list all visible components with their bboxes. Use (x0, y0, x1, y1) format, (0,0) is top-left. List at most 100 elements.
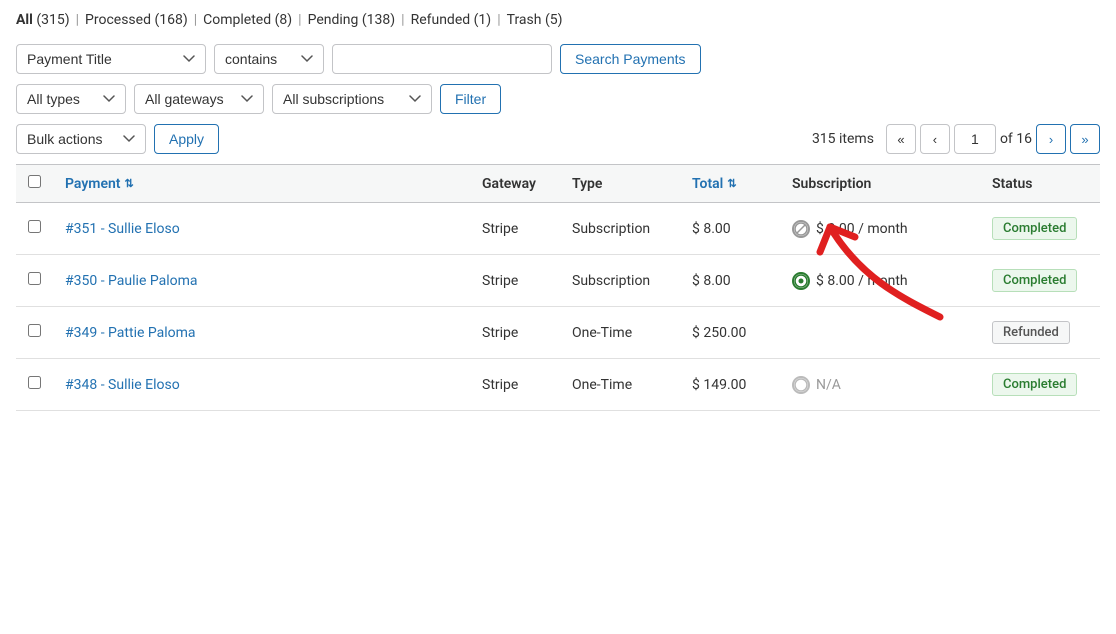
total-cell: $ 250.00 (680, 307, 780, 359)
row-checkbox-cell[interactable] (16, 359, 53, 411)
subscription-cell: N/A (780, 359, 980, 411)
type-cell: Subscription (560, 203, 680, 255)
subscription-column-header: Subscription (780, 165, 980, 203)
total-sort-link[interactable]: Total ⇅ (692, 176, 737, 192)
tab-processed[interactable]: Processed (168) (85, 12, 188, 28)
row-checkbox[interactable] (28, 376, 41, 389)
subscription-cell: $ 8.00 / month (780, 255, 980, 307)
payment-cell: #348 - Sullie Eloso (53, 359, 470, 411)
contains-select[interactable]: contains (214, 44, 324, 74)
payment-link[interactable]: #348 - Sullie Eloso (65, 377, 180, 393)
total-cell: $ 149.00 (680, 359, 780, 411)
row-checkbox-cell[interactable] (16, 255, 53, 307)
status-badge: Completed (992, 269, 1077, 292)
payment-sort-icon: ⇅ (125, 177, 134, 190)
tab-completed[interactable]: Completed (8) (203, 12, 292, 28)
gateway-cell: Stripe (470, 203, 560, 255)
status-cell: Completed (980, 255, 1100, 307)
page-number-input[interactable] (954, 124, 996, 154)
total-sort-icon: ⇅ (727, 177, 736, 190)
filter-button[interactable]: Filter (440, 84, 501, 114)
type-cell: Subscription (560, 255, 680, 307)
type-cell: One-Time (560, 307, 680, 359)
type-cell: One-Time (560, 359, 680, 411)
payment-title-select[interactable]: Payment Title (16, 44, 206, 74)
total-cell: $ 8.00 (680, 203, 780, 255)
payment-link[interactable]: #351 - Sullie Eloso (65, 221, 180, 237)
status-badge: Completed (992, 373, 1077, 396)
search-input[interactable] (332, 44, 552, 74)
subscription-pending-icon (792, 376, 810, 394)
search-payments-button[interactable]: Search Payments (560, 44, 701, 74)
all-gateways-select[interactable]: All gateways (134, 84, 264, 114)
table-row: #349 - Pattie Paloma StripeOne-Time$ 250.… (16, 307, 1100, 359)
tab-pending[interactable]: Pending (138) (308, 12, 396, 28)
first-page-button[interactable]: « (886, 124, 916, 154)
filter-tabs: All (315) | Processed (168) | Completed … (16, 12, 1100, 28)
table-wrapper: Payment ⇅ Gateway Type Total ⇅ (16, 164, 1100, 411)
sep1: | (76, 12, 79, 28)
subscription-cancelled-icon (792, 220, 810, 238)
last-page-button[interactable]: » (1070, 124, 1100, 154)
subscription-text: N/A (816, 377, 841, 393)
sep3: | (298, 12, 301, 28)
tab-all-count: (315) (36, 12, 69, 28)
status-cell: Refunded (980, 307, 1100, 359)
table-row: #350 - Paulie PalomaStripeSubscription$ … (16, 255, 1100, 307)
payment-link[interactable]: #350 - Paulie Paloma (65, 273, 198, 289)
items-count: 315 items (812, 131, 874, 147)
payment-sort-link[interactable]: Payment ⇅ (65, 176, 134, 192)
tab-all-label[interactable]: All (315) (16, 12, 70, 28)
payment-cell: #350 - Paulie Paloma (53, 255, 470, 307)
status-badge: Completed (992, 217, 1077, 240)
payment-link[interactable]: #349 - Pattie Paloma (65, 325, 196, 341)
sep4: | (401, 12, 404, 28)
gateway-cell: Stripe (470, 359, 560, 411)
subscription-text: $ 8.00 / month (816, 221, 908, 237)
subscription-cell: $ 8.00 / month (780, 203, 980, 255)
prev-page-button[interactable]: ‹ (920, 124, 950, 154)
type-column-header: Type (560, 165, 680, 203)
payments-table: Payment ⇅ Gateway Type Total ⇅ (16, 164, 1100, 411)
gateway-cell: Stripe (470, 307, 560, 359)
sep2: | (194, 12, 197, 28)
tab-refunded[interactable]: Refunded (1) (411, 12, 492, 28)
table-body: #351 - Sullie ElosoStripeSubscription$ 8… (16, 203, 1100, 411)
bulk-actions-select[interactable]: Bulk actions (16, 124, 146, 154)
tab-all-text: All (16, 12, 33, 28)
total-column-header[interactable]: Total ⇅ (680, 165, 780, 203)
pagination: 315 items « ‹ of 16 › » (812, 124, 1100, 154)
search-toolbar-row: Payment Title contains Search Payments (16, 44, 1100, 74)
status-cell: Completed (980, 359, 1100, 411)
status-badge: Refunded (992, 321, 1070, 344)
table-row: #351 - Sullie ElosoStripeSubscription$ 8… (16, 203, 1100, 255)
select-all-checkbox[interactable] (28, 175, 41, 188)
apply-button[interactable]: Apply (154, 124, 219, 154)
status-column-header: Status (980, 165, 1100, 203)
gateway-cell: Stripe (470, 255, 560, 307)
subscription-active-icon (792, 272, 810, 290)
table-row: #348 - Sullie Eloso StripeOne-Time$ 149.0… (16, 359, 1100, 411)
status-cell: Completed (980, 203, 1100, 255)
payment-cell: #349 - Pattie Paloma (53, 307, 470, 359)
bulk-toolbar-row: Bulk actions Apply 315 items « ‹ of 16 ›… (16, 124, 1100, 154)
next-page-button[interactable]: › (1036, 124, 1066, 154)
table-header-row: Payment ⇅ Gateway Type Total ⇅ (16, 165, 1100, 203)
row-checkbox[interactable] (28, 324, 41, 337)
total-cell: $ 8.00 (680, 255, 780, 307)
select-all-header[interactable] (16, 165, 53, 203)
tab-trash[interactable]: Trash (5) (507, 12, 563, 28)
sep5: | (497, 12, 500, 28)
total-pages: of 16 (1000, 131, 1032, 147)
row-checkbox[interactable] (28, 272, 41, 285)
subscription-text: $ 8.00 / month (816, 273, 908, 289)
subscription-cell (780, 307, 980, 359)
payment-cell: #351 - Sullie Eloso (53, 203, 470, 255)
gateway-column-header: Gateway (470, 165, 560, 203)
row-checkbox-cell[interactable] (16, 203, 53, 255)
payment-column-header[interactable]: Payment ⇅ (53, 165, 470, 203)
all-subscriptions-select[interactable]: All subscriptions (272, 84, 432, 114)
row-checkbox[interactable] (28, 220, 41, 233)
row-checkbox-cell[interactable] (16, 307, 53, 359)
all-types-select[interactable]: All types (16, 84, 126, 114)
